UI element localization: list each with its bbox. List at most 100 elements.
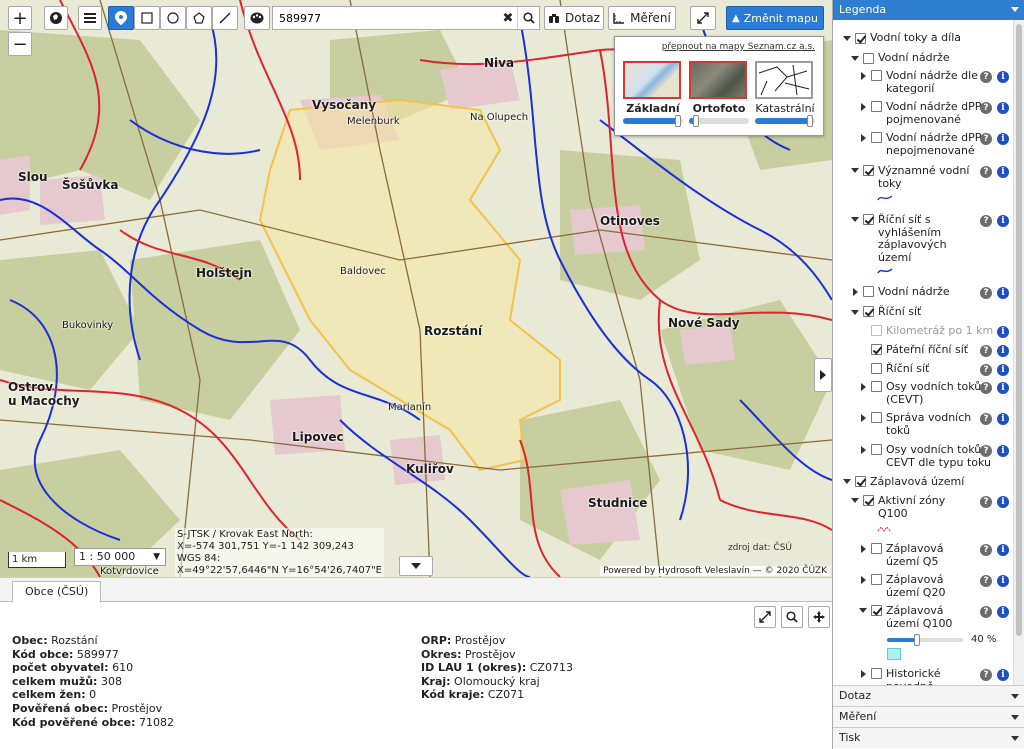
layer-checkbox[interactable] bbox=[855, 33, 866, 44]
layer-checkbox[interactable] bbox=[871, 381, 882, 392]
help-icon[interactable]: ? bbox=[980, 382, 992, 394]
slider-knob[interactable] bbox=[914, 634, 921, 646]
circle-tool-button[interactable] bbox=[160, 6, 186, 30]
map-canvas[interactable]: Niva Vysočany Melenburk Na Olupech Slou … bbox=[0, 0, 832, 577]
info-icon[interactable]: i bbox=[997, 364, 1009, 376]
help-icon[interactable]: ? bbox=[980, 102, 992, 114]
q100-opacity-slider[interactable] bbox=[887, 634, 963, 646]
info-icon[interactable]: i bbox=[997, 669, 1009, 681]
slider-knob[interactable] bbox=[807, 115, 813, 127]
menu-button[interactable] bbox=[78, 6, 102, 30]
layer-checkbox[interactable] bbox=[871, 132, 882, 143]
help-icon[interactable]: ? bbox=[980, 544, 992, 556]
layer-checkbox[interactable] bbox=[871, 668, 882, 679]
accordion-tisk[interactable]: Tisk bbox=[833, 727, 1024, 748]
info-icon[interactable]: i bbox=[997, 413, 1009, 425]
basemap-opacity-slider[interactable] bbox=[623, 115, 683, 127]
layer-checkbox[interactable] bbox=[863, 286, 874, 297]
line-tool-button[interactable] bbox=[212, 6, 238, 30]
help-icon[interactable]: ? bbox=[980, 496, 992, 508]
help-icon[interactable]: ? bbox=[980, 215, 992, 227]
zoom-out-button[interactable]: − bbox=[8, 32, 32, 56]
scrollbar-thumb[interactable] bbox=[1016, 24, 1022, 636]
layer-checkbox[interactable] bbox=[871, 543, 882, 554]
tab-obce-csu[interactable]: Obce (ČSÚ) bbox=[12, 581, 102, 603]
basemap-opacity-slider[interactable] bbox=[755, 115, 815, 127]
search-input[interactable] bbox=[273, 7, 499, 29]
seznam-switch-link[interactable]: přepnout na mapy Seznam.cz a.s. bbox=[662, 42, 815, 52]
expand-arrow-icon[interactable] bbox=[861, 576, 866, 584]
expand-legend-button[interactable] bbox=[814, 358, 832, 392]
rectangle-tool-button[interactable] bbox=[134, 6, 160, 30]
layer-checkbox[interactable] bbox=[871, 363, 882, 374]
basemap-katastralni[interactable]: Katastrální bbox=[755, 61, 815, 133]
expand-panel-button[interactable] bbox=[754, 606, 776, 628]
layer-checkbox[interactable] bbox=[863, 53, 874, 64]
layer-checkbox[interactable] bbox=[871, 574, 882, 585]
basemap-opacity-slider[interactable] bbox=[689, 115, 749, 127]
expand-arrow-icon[interactable] bbox=[851, 217, 859, 222]
change-map-button[interactable]: ▲ Změnit mapu bbox=[726, 6, 824, 30]
layer-checkbox[interactable] bbox=[871, 412, 882, 423]
help-icon[interactable]: ? bbox=[980, 345, 992, 357]
slider-knob[interactable] bbox=[675, 115, 681, 127]
help-icon[interactable]: ? bbox=[980, 133, 992, 145]
expand-arrow-icon[interactable] bbox=[851, 56, 859, 61]
expand-arrow-icon[interactable] bbox=[861, 414, 866, 422]
expand-arrow-icon[interactable] bbox=[843, 479, 851, 484]
info-icon[interactable]: i bbox=[997, 326, 1009, 338]
expand-arrow-icon[interactable] bbox=[861, 446, 866, 454]
mereni-button[interactable]: Měření bbox=[608, 6, 676, 30]
info-icon[interactable]: i bbox=[997, 382, 1009, 394]
layer-checkbox[interactable] bbox=[855, 476, 866, 487]
expand-arrow-icon[interactable] bbox=[853, 288, 858, 296]
expand-arrow-icon[interactable] bbox=[843, 36, 851, 41]
expand-bottom-panel-button[interactable] bbox=[399, 556, 433, 576]
layer-checkbox[interactable] bbox=[871, 605, 882, 616]
legend-header[interactable]: Legenda bbox=[833, 0, 1024, 20]
legend-scrollbar[interactable] bbox=[1013, 20, 1024, 685]
scale-select[interactable]: 1 : 50 000 ▼ bbox=[74, 548, 166, 566]
layer-checkbox[interactable] bbox=[863, 306, 874, 317]
layer-checkbox[interactable] bbox=[863, 495, 874, 506]
clear-icon[interactable]: ✖ bbox=[499, 11, 517, 26]
layer-checkbox[interactable] bbox=[871, 344, 882, 355]
expand-arrow-icon[interactable] bbox=[851, 168, 859, 173]
help-icon[interactable]: ? bbox=[980, 364, 992, 376]
info-icon[interactable]: i bbox=[997, 496, 1009, 508]
info-icon[interactable]: i bbox=[997, 133, 1009, 145]
info-icon[interactable]: i bbox=[997, 215, 1009, 227]
info-icon[interactable]: i bbox=[997, 575, 1009, 587]
slider-knob[interactable] bbox=[692, 115, 699, 127]
expand-arrow-icon[interactable] bbox=[861, 670, 866, 678]
info-icon[interactable]: i bbox=[997, 345, 1009, 357]
zoom-in-button[interactable]: + bbox=[8, 6, 32, 30]
polygon-tool-button[interactable] bbox=[186, 6, 212, 30]
expand-arrow-icon[interactable] bbox=[861, 72, 866, 80]
layer-checkbox[interactable] bbox=[871, 101, 882, 112]
info-icon[interactable]: i bbox=[997, 287, 1009, 299]
expand-arrow-icon[interactable] bbox=[861, 383, 866, 391]
layer-checkbox[interactable] bbox=[863, 165, 874, 176]
accordion-dotaz[interactable]: Dotaz bbox=[833, 685, 1024, 706]
help-icon[interactable]: ? bbox=[980, 669, 992, 681]
layer-checkbox[interactable] bbox=[863, 214, 874, 225]
info-icon[interactable]: i bbox=[997, 544, 1009, 556]
layer-checkbox[interactable] bbox=[871, 70, 882, 81]
help-icon[interactable]: ? bbox=[980, 413, 992, 425]
help-icon[interactable]: ? bbox=[980, 575, 992, 587]
info-icon[interactable]: i bbox=[997, 445, 1009, 457]
help-icon[interactable]: ? bbox=[980, 166, 992, 178]
help-icon[interactable]: ? bbox=[980, 71, 992, 83]
fullscreen-button[interactable] bbox=[690, 6, 716, 30]
info-icon[interactable]: i bbox=[997, 166, 1009, 178]
expand-arrow-icon[interactable] bbox=[861, 545, 866, 553]
search-button[interactable] bbox=[517, 7, 539, 29]
layer-checkbox[interactable] bbox=[871, 325, 882, 336]
layer-checkbox[interactable] bbox=[871, 444, 882, 455]
pan-to-feature-button[interactable] bbox=[808, 606, 830, 628]
expand-arrow-icon[interactable] bbox=[861, 134, 866, 142]
globe-button[interactable] bbox=[44, 6, 68, 30]
help-icon[interactable]: ? bbox=[980, 606, 992, 618]
info-icon[interactable]: i bbox=[997, 102, 1009, 114]
